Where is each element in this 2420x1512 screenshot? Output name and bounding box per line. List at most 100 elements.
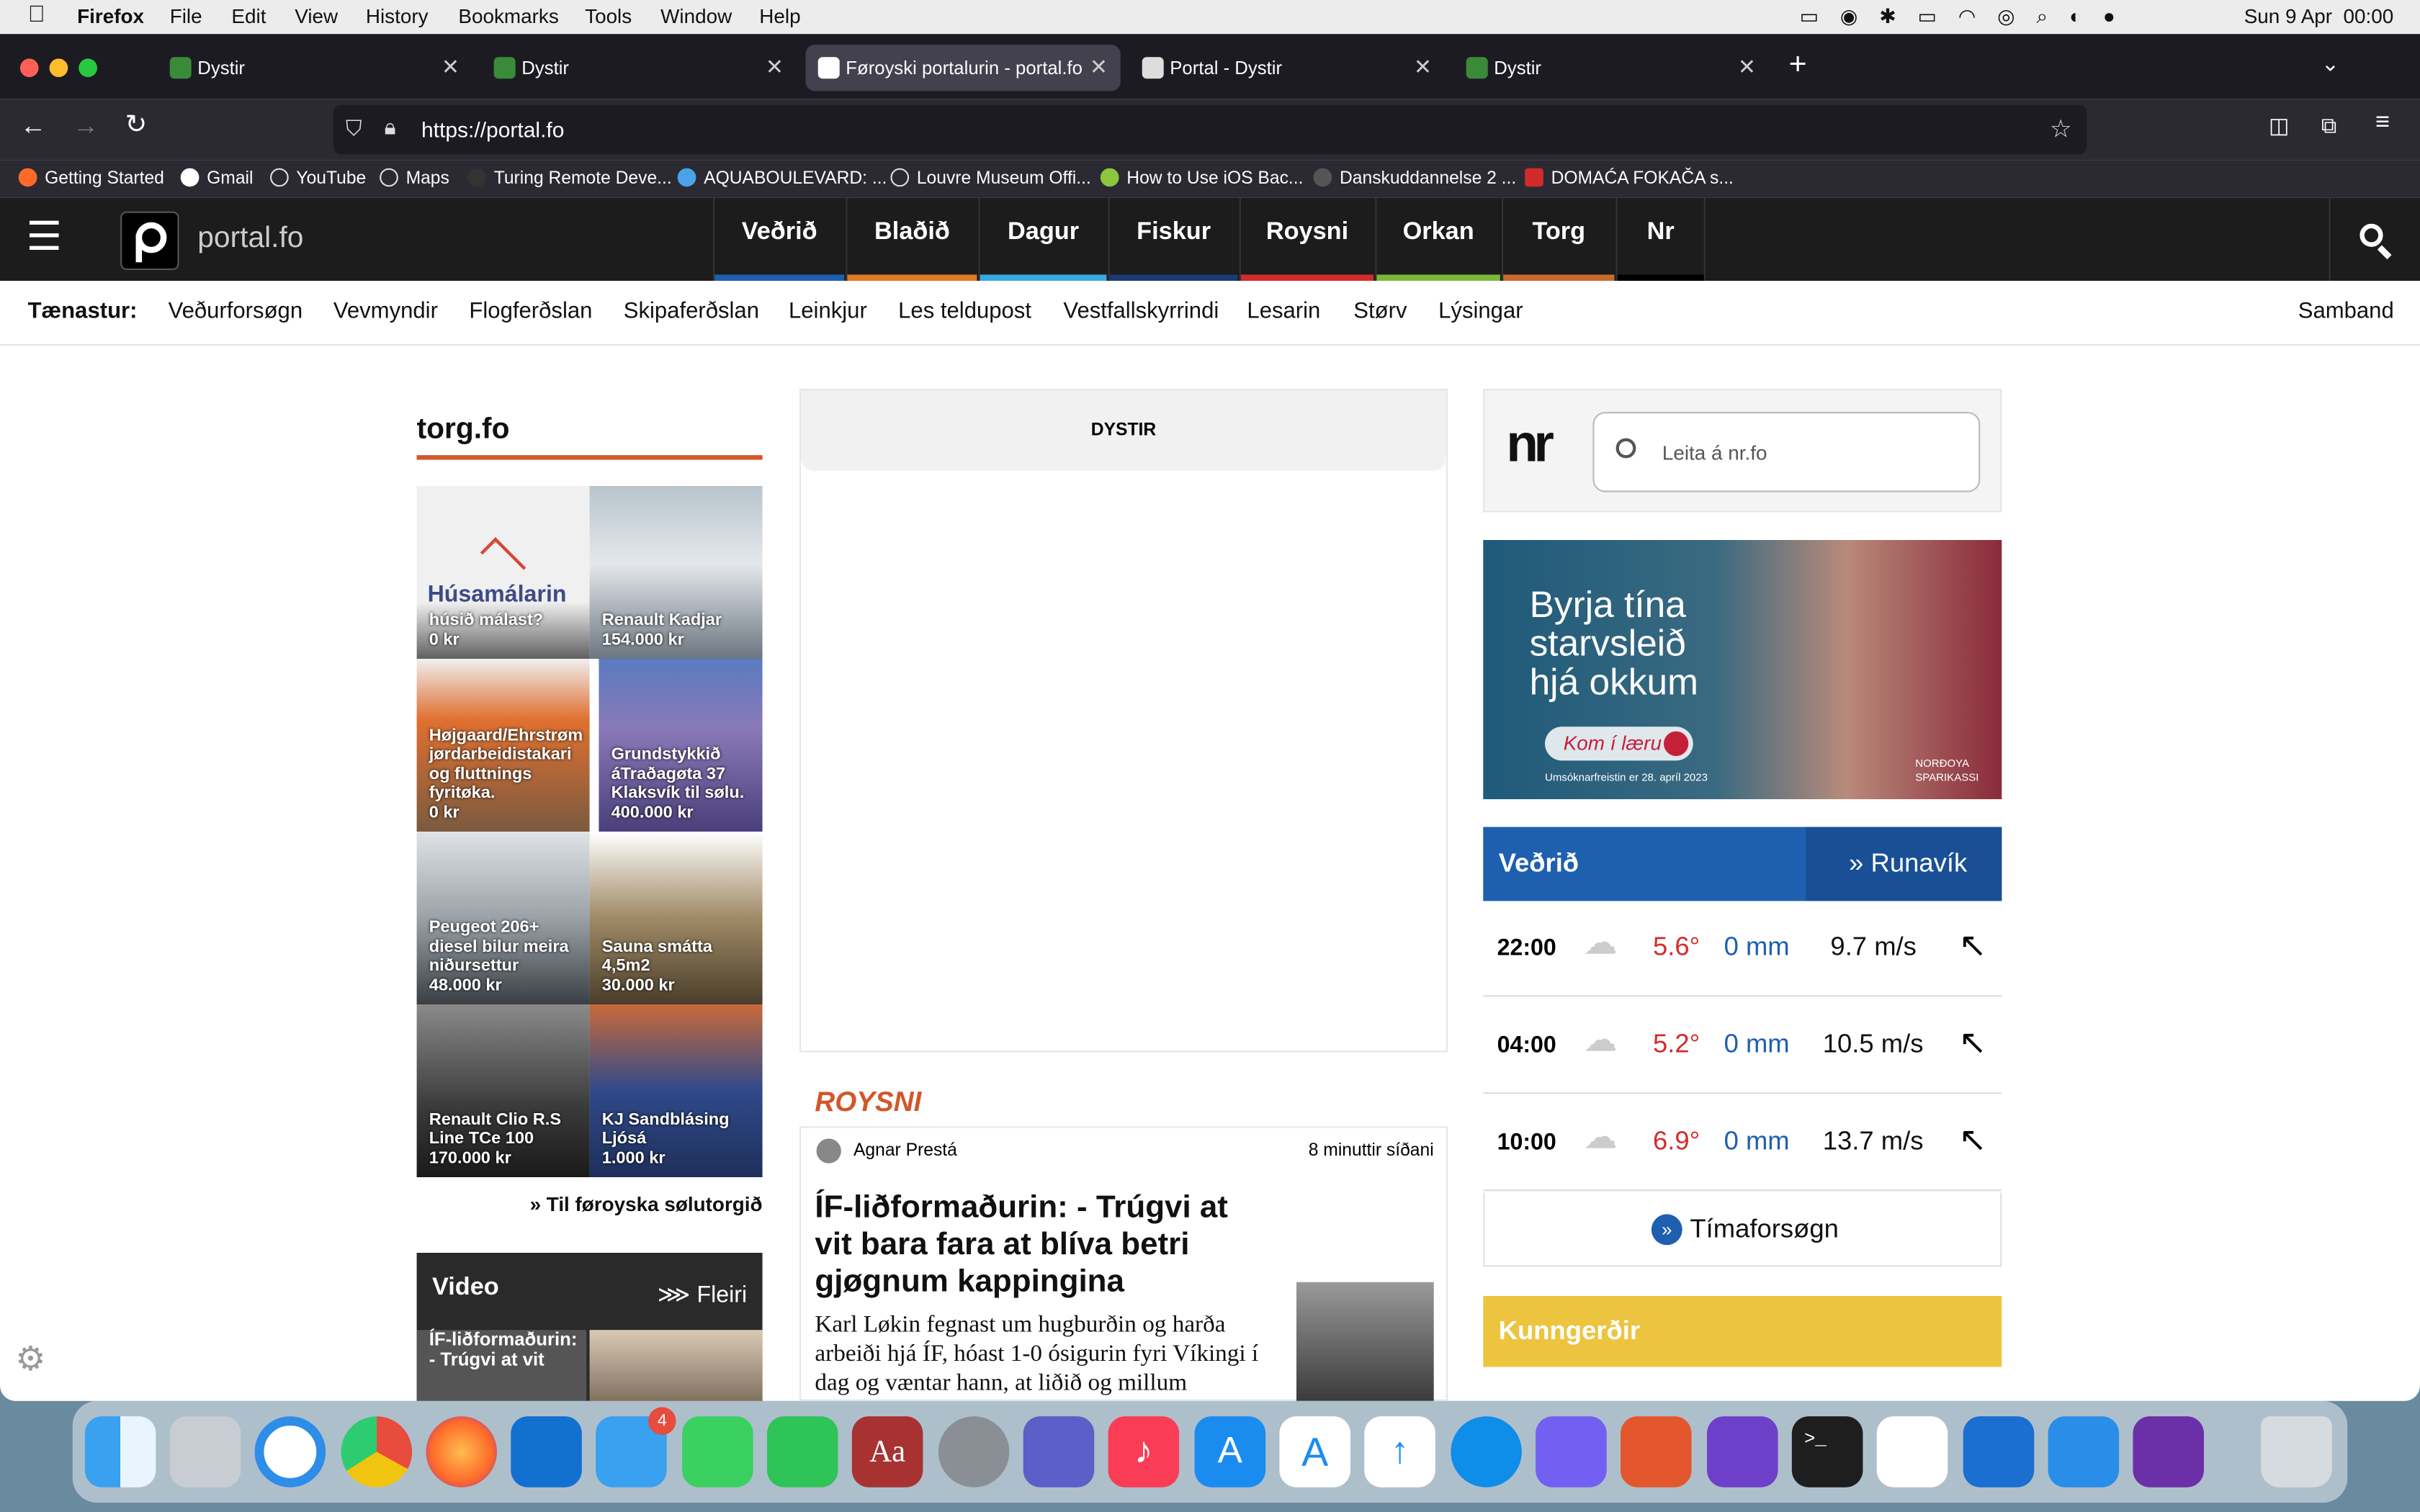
teamviewer-icon[interactable] xyxy=(1451,1416,1522,1488)
bookmark-gmail[interactable]: Gmail xyxy=(180,168,253,190)
weather-location[interactable]: » Runavík xyxy=(1806,827,2002,901)
nav-vedrid[interactable]: Veðrið xyxy=(712,197,845,281)
simulator-icon[interactable] xyxy=(2048,1416,2120,1488)
nr-search-input[interactable]: Leita á nr.fo xyxy=(1592,412,1981,492)
menu-history[interactable]: History xyxy=(366,4,429,29)
github-icon[interactable] xyxy=(1707,1416,1778,1488)
transporter-icon[interactable]: ↑ xyxy=(1364,1416,1435,1488)
tab-dystir-2[interactable]: Dystir ✕ xyxy=(485,45,797,91)
app-store-icon[interactable]: A xyxy=(1194,1416,1266,1488)
shield-icon[interactable]: ⛉ xyxy=(346,116,362,142)
nav-roysni[interactable]: Roysni xyxy=(1239,197,1374,281)
firefox-icon[interactable] xyxy=(426,1416,497,1488)
nav-dagur[interactable]: Dagur xyxy=(978,197,1107,281)
service-storv[interactable]: Størv xyxy=(1353,300,1407,324)
safari-icon[interactable] xyxy=(254,1416,326,1488)
close-tab-icon[interactable]: ✕ xyxy=(1738,54,1756,80)
forward-button[interactable]: → xyxy=(73,111,99,142)
contact-link[interactable]: Samband xyxy=(2298,300,2394,324)
ad-banner[interactable]: Byrja tína starvsleið hjá okkum Kom í læ… xyxy=(1483,540,2002,799)
menu-help[interactable]: Help xyxy=(759,4,800,29)
bookmark-turing[interactable]: Turing Remote Deve... xyxy=(467,168,672,190)
apple-icon[interactable]:  xyxy=(28,2,45,27)
kunngerdir-header[interactable]: Kunngerðir xyxy=(1483,1296,2002,1367)
torg-item[interactable]: Sauna smátta 4,5m2 30.000 kr xyxy=(589,832,763,1004)
ad-cta-button[interactable]: Kom í læru xyxy=(1545,726,1693,761)
article-card[interactable]: Agnar Prestá 8 minuttir síðani ÍF-liðfor… xyxy=(799,1126,1448,1401)
close-tab-icon[interactable]: ✕ xyxy=(442,54,460,80)
article-author[interactable]: Agnar Prestá xyxy=(853,1142,957,1161)
bookmark-louvre[interactable]: Louvre Museum Offi... xyxy=(890,168,1091,190)
tab-portal-dystir[interactable]: Portal - Dystir ✕ xyxy=(1133,45,1445,91)
app-menu-icon[interactable]: ≡ xyxy=(2375,109,2390,138)
video-more-link[interactable]: ⋙ Fleiri xyxy=(658,1281,747,1308)
tab-portal-active[interactable]: Føroyski portalurin - portal.fo ✕ xyxy=(805,45,1121,91)
service-flogferdslan[interactable]: Flogferðslan xyxy=(469,300,592,324)
trash-icon[interactable] xyxy=(2261,1416,2332,1488)
url-text[interactable]: https://portal.fo xyxy=(421,117,564,142)
bookmark-youtube[interactable]: YouTube xyxy=(270,168,366,190)
facetime-icon[interactable] xyxy=(767,1416,838,1488)
service-les-teldupost[interactable]: Les teldupost xyxy=(898,300,1031,324)
messages-icon[interactable] xyxy=(682,1416,753,1488)
service-lesarin[interactable]: Lesarin xyxy=(1247,300,1320,324)
nav-bladid[interactable]: Blaðið xyxy=(846,197,977,281)
menubar-clock[interactable]: Sun 9 Apr 00:00 xyxy=(2244,4,2394,29)
extensions-icon[interactable]: ⧉ xyxy=(2321,112,2336,138)
music-icon[interactable]: ♪ xyxy=(1108,1416,1180,1488)
visual-studio-icon[interactable] xyxy=(1876,1416,1948,1488)
site-search-icon[interactable] xyxy=(2329,197,2420,281)
pocket-icon[interactable]: ◫ xyxy=(2269,112,2289,138)
torg-title[interactable]: torg.fo xyxy=(417,413,510,447)
bookmark-aquaboulevard[interactable]: AQUABOULEVARD: ... xyxy=(677,168,887,190)
torg-more-link[interactable]: » Til føroyska sølutorgið xyxy=(530,1192,763,1215)
torg-item[interactable]: Renault Clio R.S Line TCe 100 170.000 kr xyxy=(416,1004,590,1177)
service-lysingar[interactable]: Lýsingar xyxy=(1438,300,1523,324)
bookmark-ios-backup[interactable]: How to Use iOS Bac... xyxy=(1100,168,1303,190)
bookmark-focaccia[interactable]: DOMAĆA FOKAČA s... xyxy=(1525,168,1734,190)
visual-studio-2-icon[interactable] xyxy=(2133,1416,2204,1488)
service-vevmyndir[interactable]: Vevmyndir xyxy=(333,300,438,324)
lock-icon[interactable]: 🔒︎ xyxy=(385,114,396,140)
tab-dystir-1[interactable]: Dystir ✕ xyxy=(161,45,472,91)
service-vedurforsogn[interactable]: Veðurforsøgn xyxy=(169,300,303,324)
status-icons[interactable]: ▭◉✱▭◠◎⌕◐● xyxy=(1800,4,2137,29)
torg-item[interactable]: Húsamálarin húsið málast? 0 kr xyxy=(416,486,590,659)
torg-item[interactable]: Renault Kadjar 154.000 kr xyxy=(589,486,763,659)
xcode-icon[interactable] xyxy=(1963,1416,2035,1488)
reload-button[interactable]: ↻ xyxy=(125,109,148,140)
chrome-icon[interactable] xyxy=(341,1416,413,1488)
maximize-window-button[interactable] xyxy=(79,58,97,78)
bookmark-star-icon[interactable]: ☆ xyxy=(2050,114,2072,145)
weather-title[interactable]: Veðrið xyxy=(1499,849,1579,880)
menu-bookmarks[interactable]: Bookmarks xyxy=(458,4,558,29)
minimize-window-button[interactable] xyxy=(49,58,68,78)
nav-nr[interactable]: Nr xyxy=(1615,197,1706,281)
new-tab-button[interactable]: + xyxy=(1789,48,1807,83)
menu-view[interactable]: View xyxy=(295,4,338,29)
teams-icon[interactable] xyxy=(1023,1416,1095,1488)
settings-gear-icon[interactable]: ⚙ xyxy=(15,1339,45,1380)
remote-desktop-icon[interactable] xyxy=(1621,1416,1692,1488)
mail-icon[interactable]: 4 xyxy=(596,1407,676,1488)
nav-torg[interactable]: Torg xyxy=(1502,197,1615,281)
torg-item[interactable]: Peugeot 206+ diesel bilur meira niðurset… xyxy=(416,832,590,1004)
xcode-app-store-icon[interactable]: A xyxy=(1279,1416,1350,1488)
nav-orkan[interactable]: Orkan xyxy=(1375,197,1500,281)
bookmark-getting-started[interactable]: Getting Started xyxy=(18,168,164,190)
service-vestfallskyrrindi[interactable]: Vestfallskyrrindi xyxy=(1063,300,1219,324)
service-skipaferdslan[interactable]: Skipaferðslan xyxy=(624,300,759,324)
service-leinkjur[interactable]: Leinkjur xyxy=(789,300,867,324)
forecast-link[interactable]: » Tímaforsøgn xyxy=(1483,1192,2002,1267)
terminal-icon[interactable]: >_ xyxy=(1791,1416,1863,1488)
outlook-icon[interactable] xyxy=(511,1416,582,1488)
menu-edit[interactable]: Edit xyxy=(231,4,266,29)
url-bar[interactable]: ⛉ 🔒︎ https://portal.fo ☆ xyxy=(333,104,2087,155)
bookmark-danskuddannelse[interactable]: Danskuddannelse 2 ... xyxy=(1313,168,1516,190)
back-button[interactable]: ← xyxy=(20,111,46,142)
hamburger-menu-icon[interactable]: ☰ xyxy=(26,216,62,256)
menu-app-name[interactable]: Firefox xyxy=(77,4,144,29)
nr-logo[interactable]: nr xyxy=(1506,415,1554,475)
menu-window[interactable]: Window xyxy=(660,4,732,29)
torg-item[interactable]: KJ Sandblásing Ljósá 1.000 kr xyxy=(589,1004,763,1177)
